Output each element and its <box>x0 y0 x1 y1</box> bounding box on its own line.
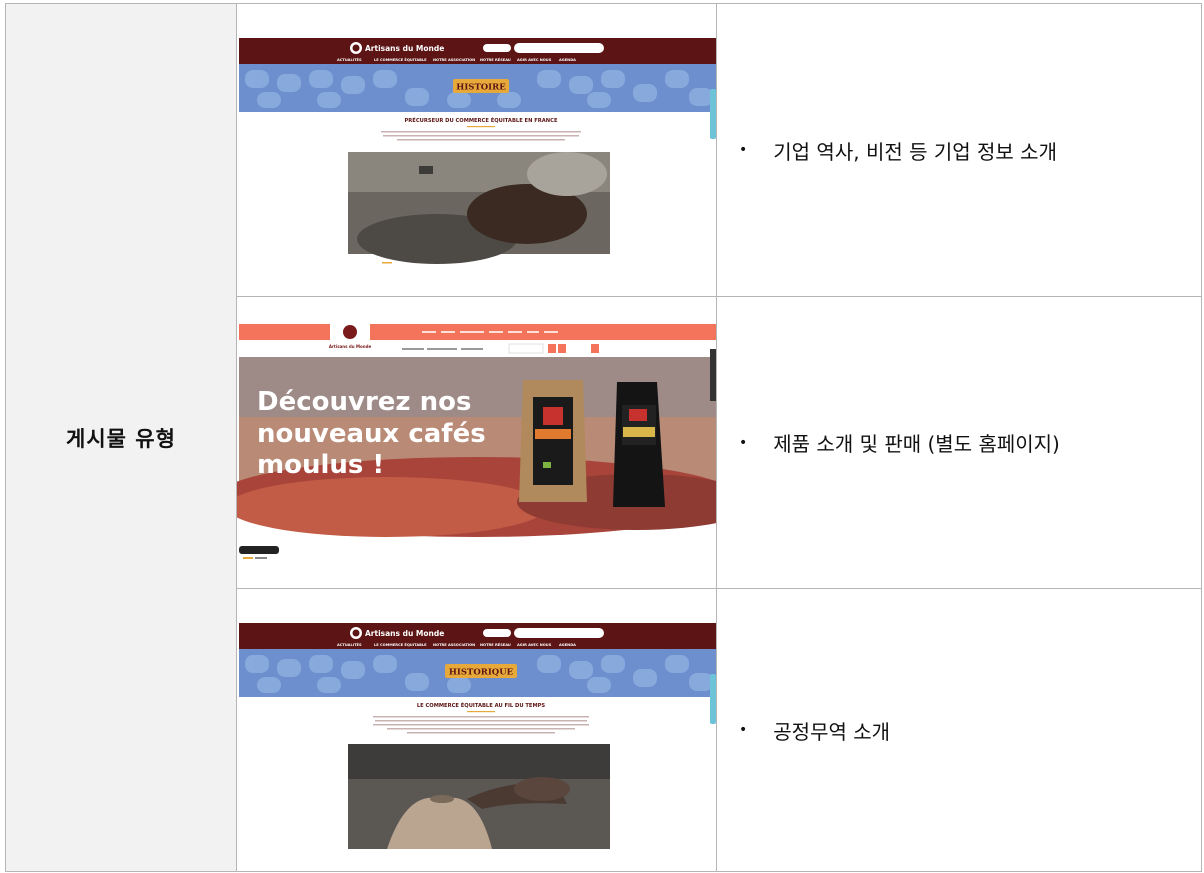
table-row: Artisans du Monde ACTUALITÉS LE COMMERCE… <box>237 4 1201 297</box>
banner-title: HISTORIQUE <box>449 668 514 678</box>
page-heading: LE COMMERCE ÉQUITABLE AU FIL DU TEMPS <box>417 701 546 709</box>
description-cell: • 기업 역사, 비전 등 기업 정보 소개 <box>717 4 1201 296</box>
content-table: 게시물 유형 Artisans du Monde ACTUALITÉS LE C… <box>5 3 1202 872</box>
page-heading: PRÉCURSEUR DU COMMERCE ÉQUITABLE EN FRAN… <box>405 116 558 124</box>
hero-line: nouveaux cafés <box>257 419 486 449</box>
nav-item: ACTUALITÉS <box>337 57 362 62</box>
banner-title: HISTOIRE <box>456 83 506 93</box>
website-screenshot-cafe: Artisans du Monde Découvrez nos nouveaux… <box>237 322 716 559</box>
nav-item: NOTRE ASSOCIATION <box>433 643 475 647</box>
bullet: • <box>739 142 748 158</box>
row-label: 게시물 유형 <box>66 426 176 451</box>
nav-item: AGIR AVEC NOUS <box>517 58 552 62</box>
row-label-cell: 게시물 유형 <box>6 4 237 871</box>
brand-logo-text: Artisans du Monde <box>365 44 444 53</box>
nav-item: AGENDA <box>559 58 576 62</box>
nav-item: AGIR AVEC NOUS <box>517 643 552 647</box>
bullet: • <box>739 722 748 738</box>
website-screenshot-historique: Artisans du Monde ACTUALITÉS LE COMMERCE… <box>239 623 716 849</box>
description-text: 기업 역사, 비전 등 기업 정보 소개 <box>773 139 1057 164</box>
description-text: 공정무역 소개 <box>773 719 891 744</box>
brand-logo-text: Artisans du Monde <box>329 344 372 349</box>
nav-item: NOTRE ASSOCIATION <box>433 58 475 62</box>
description-cell: • 제품 소개 및 판매 (별도 홈페이지) <box>717 297 1201 588</box>
brand-logo-text: Artisans du Monde <box>365 629 444 638</box>
nav-item: ACTUALITÉS <box>337 642 362 647</box>
nav-item: LE COMMERCE ÉQUITABLE <box>374 57 427 62</box>
nav-item: NOTRE RÉSEAU <box>480 57 511 62</box>
description-cell: • 공정무역 소개 <box>717 589 1201 871</box>
nav-item: LE COMMERCE ÉQUITABLE <box>374 642 427 647</box>
hero-line: Découvrez nos <box>257 387 471 417</box>
table-row: Artisans du Monde Découvrez nos nouveaux… <box>237 297 1201 589</box>
hero-line: moulus ! <box>257 450 384 480</box>
bullet: • <box>739 434 748 451</box>
screenshot-cell: Artisans du Monde ACTUALITÉS LE COMMERCE… <box>237 589 717 871</box>
nav-item: AGENDA <box>559 643 576 647</box>
description-text: 제품 소개 및 판매 (별도 홈페이지) <box>773 432 1060 456</box>
website-screenshot-histoire: Artisans du Monde ACTUALITÉS LE COMMERCE… <box>239 38 716 264</box>
nav-item: NOTRE RÉSEAU <box>480 642 511 647</box>
table-row: Artisans du Monde ACTUALITÉS LE COMMERCE… <box>237 589 1201 871</box>
screenshot-cell: Artisans du Monde ACTUALITÉS LE COMMERCE… <box>237 4 717 296</box>
screenshot-cell: Artisans du Monde Découvrez nos nouveaux… <box>237 297 717 588</box>
